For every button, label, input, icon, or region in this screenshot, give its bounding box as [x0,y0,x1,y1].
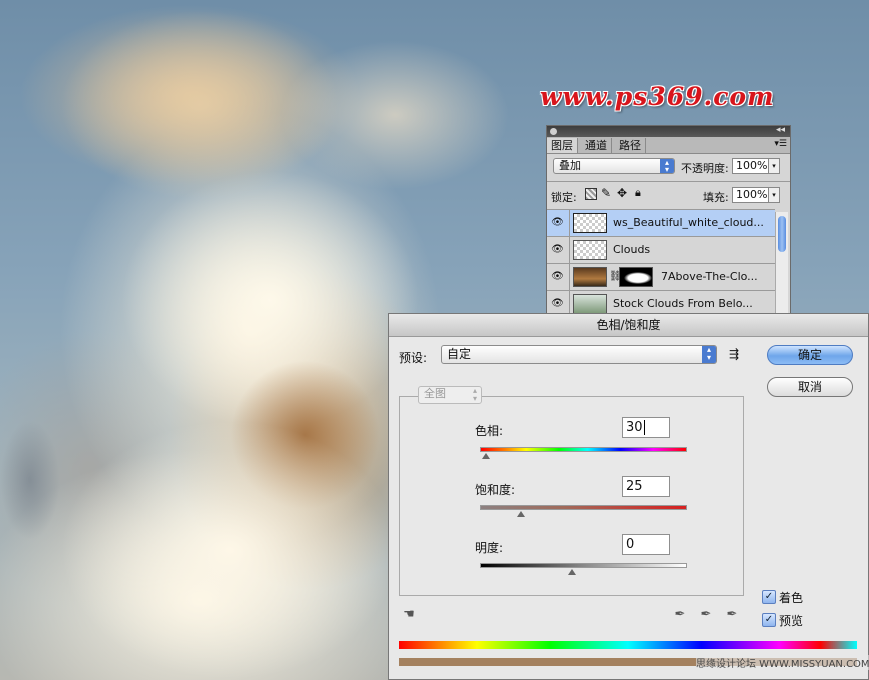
eye-icon[interactable]: 👁︎ [550,297,565,310]
opacity-field[interactable]: 100% ▾ [732,158,780,174]
fill-value: 100% [736,188,768,201]
site-watermark: www.ps369.com [540,82,775,111]
channel-value: 全图 [424,387,446,400]
stepper-arrows-icon: ▴ ▾ [660,159,674,174]
blend-mode-select[interactable]: 叠加 ▴ ▾ [553,158,675,174]
input-spectrum-bar [399,641,857,649]
layer-thumbnail [573,240,607,260]
hue-slider-handle[interactable] [482,453,490,459]
blend-mode-value: 叠加 [559,159,581,172]
layer-row[interactable]: 👁︎ Clouds [547,236,775,264]
eyedropper-minus-icon[interactable]: ✒ [724,607,740,623]
divider [547,181,790,182]
tab-paths[interactable]: 路径 [615,138,646,153]
eye-icon[interactable]: 👁︎ [550,270,565,283]
panel-titlebar[interactable]: ◂◂ [547,126,790,137]
hue-saturation-dialog: 色相/饱和度 预设: 自定 ▴ ▾ ⇶ 确定 取消 全图 ▴ ▾ 色相: 30 饱和… [388,313,869,680]
saturation-input[interactable]: 25 [622,476,670,497]
eyedropper-plus-icon[interactable]: ✒ [698,607,714,623]
divider [569,264,570,291]
dropdown-arrow-icon[interactable]: ▾ [768,159,779,173]
opacity-value: 100% [736,159,768,172]
tab-channels[interactable]: 通道 [581,138,612,153]
lightness-slider-handle[interactable] [568,569,576,575]
colorize-label: 着色 [779,591,804,605]
brush-icon[interactable]: ✎ [601,186,611,200]
preset-label: 预设: [399,351,428,365]
stepper-arrows-icon: ▴ ▾ [702,346,716,363]
text-cursor [643,420,645,435]
layer-mask-thumbnail [619,267,653,287]
layer-thumbnail [573,213,607,233]
divider [569,210,570,237]
eye-icon[interactable]: 👁︎ [550,243,565,256]
hue-label: 色相: [475,424,504,438]
hue-input[interactable]: 30 [622,417,670,438]
preset-select[interactable]: 自定 ▴ ▾ [441,345,717,364]
hue-slider-track[interactable] [480,447,687,452]
preview-label: 预览 [779,614,804,628]
divider [569,291,570,314]
lightness-input[interactable]: 0 [622,534,670,555]
fill-field[interactable]: 100% ▾ [732,187,780,203]
forum-credit-watermark: 思缘设计论坛 WWW.MISSYUAN.COM [696,655,869,670]
layer-name: 7Above-The-Clo... [661,270,758,283]
saturation-value: 25 [626,479,643,494]
colorize-checkbox[interactable]: ✓ [762,590,776,604]
scrollbar-thumb[interactable] [778,216,786,252]
layers-panel: ◂◂ 图层 通道 路径 ▾☰ 叠加 ▴ ▾ 不透明度: 100% ▾ 锁定: ✎ … [546,125,791,315]
layer-thumbnail [573,267,607,287]
lightness-slider-track[interactable] [480,563,687,568]
saturation-label: 饱和度: [475,483,516,497]
eyedropper-icon[interactable]: ✒ [672,607,688,623]
divider [569,237,570,264]
panel-menu-icon[interactable]: ▾☰ [774,139,787,149]
tab-layers[interactable]: 图层 [547,138,578,153]
layer-name: Stock Clouds From Belo... [613,297,753,310]
adjustment-group: 全图 ▴ ▾ 色相: 30 饱和度: 25 明度: 0 [399,386,744,596]
ok-button[interactable]: 确定 [767,345,853,365]
layer-thumbnail [573,294,607,314]
preset-options-icon[interactable]: ⇶ [729,347,739,361]
eye-icon[interactable]: 👁︎ [550,216,565,229]
lock-icon[interactable]: 🔒︎ [635,186,641,200]
saturation-slider-handle[interactable] [517,511,525,517]
preview-checkbox[interactable]: ✓ [762,613,776,627]
opacity-label: 不透明度: [681,162,729,175]
dialog-title: 色相/饱和度 [389,314,868,337]
layer-name: ws_Beautiful_white_cloud... [613,216,764,229]
fill-label: 填充: [703,191,729,204]
cancel-button[interactable]: 取消 [767,377,853,397]
lightness-label: 明度: [475,541,504,555]
dropdown-arrow-icon[interactable]: ▾ [768,188,779,202]
preset-value: 自定 [447,347,472,361]
stepper-arrows-icon: ▴ ▾ [472,386,477,403]
layer-name: Clouds [613,243,651,256]
lightness-value: 0 [626,537,635,552]
close-icon[interactable] [550,128,557,135]
targeted-adjustment-hand-icon[interactable]: ☚ [401,607,417,623]
panel-tabs: 图层 通道 路径 ▾☰ [547,137,790,154]
layer-row[interactable]: 👁︎ ⛓︎ 7Above-The-Clo... [547,263,775,291]
layers-scrollbar[interactable] [775,212,788,314]
hue-value: 30 [626,420,643,435]
move-icon[interactable]: ✥ [617,186,627,200]
lock-label: 锁定: [551,191,577,204]
channel-select[interactable]: 全图 ▴ ▾ [418,386,482,404]
saturation-slider-track[interactable] [480,505,687,510]
collapse-icon[interactable]: ◂◂ [776,126,785,135]
layer-row[interactable]: 👁︎ ws_Beautiful_white_cloud... [547,209,775,237]
layer-row[interactable]: 👁︎ Stock Clouds From Belo... [547,290,775,314]
lock-transparency-icon[interactable] [585,188,597,200]
